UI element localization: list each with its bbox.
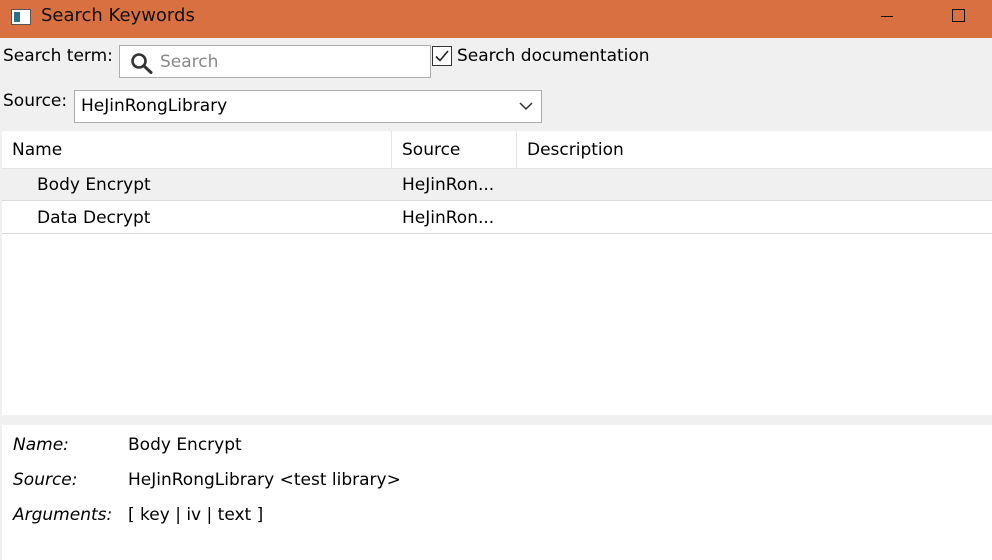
minimize-icon	[881, 16, 893, 17]
detail-source-label: Source:	[13, 470, 78, 490]
table-row[interactable]: Data Decrypt HeJinRon...	[2, 202, 992, 234]
title-bar: Search Keywords	[0, 0, 992, 38]
search-documentation-checkbox[interactable]	[432, 46, 452, 66]
minimize-button[interactable]	[864, 0, 910, 38]
column-header-description[interactable]: Description	[517, 131, 992, 169]
row-name: Body Encrypt	[37, 175, 151, 195]
detail-name-value: Body Encrypt	[128, 435, 242, 455]
detail-source-value: HeJinRongLibrary <test library>	[128, 470, 401, 490]
table-header: Name Source Description	[2, 131, 992, 169]
source-select[interactable]: HeJinRongLibrary	[74, 90, 542, 123]
search-term-label: Search term:	[3, 46, 113, 66]
search-input[interactable]	[160, 49, 420, 75]
source-selected-value: HeJinRongLibrary	[81, 96, 228, 116]
search-documentation-label[interactable]: Search documentation	[457, 46, 650, 66]
detail-arguments-value: [ key | iv | text ]	[128, 505, 264, 525]
column-header-name[interactable]: Name	[2, 131, 392, 169]
source-label: Source:	[3, 91, 68, 111]
table-row[interactable]: Body Encrypt HeJinRon...	[2, 169, 992, 201]
row-name: Data Decrypt	[37, 208, 151, 228]
column-header-source[interactable]: Source	[392, 131, 517, 169]
maximize-icon	[952, 9, 965, 22]
keywords-table: Name Source Description Body Encrypt HeJ…	[2, 131, 992, 415]
detail-name-label: Name:	[13, 435, 69, 455]
row-source: HeJinRon...	[402, 208, 495, 228]
search-field[interactable]	[119, 45, 431, 78]
app-icon	[11, 9, 31, 25]
window-title: Search Keywords	[41, 5, 195, 26]
maximize-button[interactable]	[936, 0, 982, 38]
checkmark-icon	[435, 50, 449, 62]
detail-arguments-label: Arguments:	[13, 505, 113, 525]
keyword-details-panel: Name: Body Encrypt Source: HeJinRongLibr…	[2, 425, 992, 560]
splitter[interactable]	[0, 415, 992, 425]
row-source: HeJinRon...	[402, 175, 495, 195]
chevron-down-icon	[519, 102, 533, 111]
search-icon	[131, 53, 153, 74]
